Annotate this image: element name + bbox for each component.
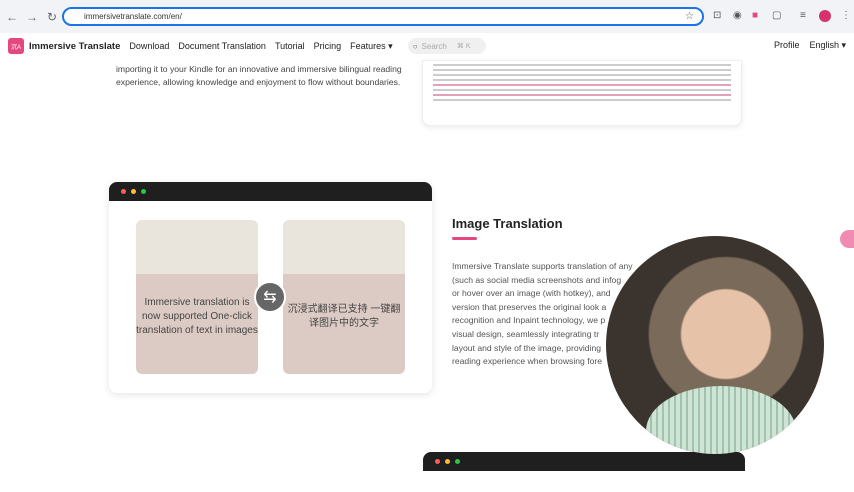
profile-link[interactable]: Profile bbox=[774, 40, 800, 51]
site-header: 沉A Immersive Translate Download Document… bbox=[0, 33, 854, 59]
image-translation-demo: Immersive translation is now supported O… bbox=[109, 182, 432, 393]
title-underline bbox=[452, 237, 477, 240]
nav-document-translation[interactable]: Document Translation bbox=[178, 41, 266, 51]
extension-icon[interactable]: ◉ bbox=[733, 10, 742, 21]
bookmark-star-icon[interactable]: ☆ bbox=[685, 11, 694, 22]
nav-download[interactable]: Download bbox=[129, 41, 169, 51]
extensions-puzzle-icon[interactable]: ▢ bbox=[772, 10, 781, 21]
back-icon[interactable]: ← bbox=[2, 10, 22, 24]
nav-pricing[interactable]: Pricing bbox=[314, 41, 342, 51]
avatar[interactable] bbox=[819, 10, 831, 22]
search-icon: ○ bbox=[412, 41, 418, 51]
translated-image: 沉浸式翻译已支持 一键翻译图片中的文字 bbox=[283, 220, 405, 374]
brand-name[interactable]: Immersive Translate bbox=[29, 41, 120, 52]
tab-search-icon[interactable]: ≡ bbox=[800, 10, 806, 21]
menu-icon[interactable]: ⋮ bbox=[841, 10, 851, 21]
language-select[interactable]: English ▾ bbox=[809, 40, 846, 51]
nav-features[interactable]: Features ▾ bbox=[350, 41, 393, 52]
webcam-overlay bbox=[606, 236, 824, 454]
nav-tutorial[interactable]: Tutorial bbox=[275, 41, 305, 51]
floating-translate-button[interactable] bbox=[840, 230, 854, 248]
extension-icon[interactable]: ⊡ bbox=[713, 10, 721, 21]
original-image: Immersive translation is now supported O… bbox=[136, 220, 258, 374]
reload-icon[interactable]: ↻ bbox=[42, 10, 62, 24]
forward-icon[interactable]: → bbox=[22, 10, 42, 24]
brand-logo[interactable]: 沉A bbox=[8, 38, 24, 54]
section-title: Image Translation bbox=[452, 216, 563, 231]
next-demo-card bbox=[423, 452, 745, 492]
immersive-translate-extension-icon[interactable]: ■ bbox=[752, 10, 758, 21]
search-input[interactable]: ○ Search ⌘ K bbox=[407, 38, 486, 54]
document-preview-image bbox=[422, 60, 742, 126]
intro-text: importing it to your Kindle for an innov… bbox=[116, 64, 402, 87]
browser-toolbar: ← → ↻ immersivetranslate.com/en/ ☆ ⊡ ◉ ■… bbox=[0, 0, 854, 33]
swap-icon: ⇆ bbox=[254, 281, 286, 313]
address-bar[interactable]: immersivetranslate.com/en/ ☆ bbox=[62, 7, 704, 26]
